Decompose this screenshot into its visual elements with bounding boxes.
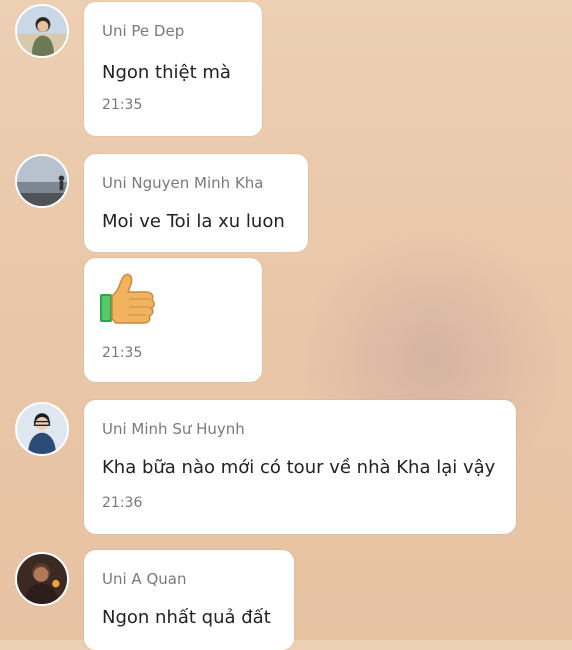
message-text: Ngon thiệt mà xyxy=(102,62,231,83)
message-bubble[interactable]: Uni Nguyen Minh Kha Moi ve Toi la xu luo… xyxy=(84,154,308,252)
message-time: 21:36 xyxy=(102,495,143,511)
message-bubble[interactable]: Uni Minh Sư Huynh Kha bữa nào mới có tou… xyxy=(84,400,516,534)
sender-name: Uni Nguyen Minh Kha xyxy=(102,174,264,192)
avatar-image xyxy=(17,156,67,206)
avatar-minh-su-huynh[interactable] xyxy=(15,402,69,456)
avatar-a-quan[interactable] xyxy=(15,552,69,606)
message-text: Moi ve Toi la xu luon xyxy=(102,211,285,232)
sender-name: Uni Minh Sư Huynh xyxy=(102,420,245,438)
avatar-image xyxy=(17,554,67,604)
avatar-image xyxy=(17,404,67,454)
avatar-pe-dep[interactable] xyxy=(15,4,69,58)
message-bubble[interactable]: Uni A Quan Ngon nhất quả đất xyxy=(84,550,294,650)
message-bubble[interactable]: Uni Pe Dep Ngon thiệt mà 21:35 xyxy=(84,2,262,136)
sender-name: Uni A Quan xyxy=(102,570,187,588)
message-time: 21:35 xyxy=(102,97,143,113)
message-time: 21:35 xyxy=(102,345,143,361)
message-text: Ngon nhất quả đất xyxy=(102,607,271,628)
avatar-nguyen-minh-kha[interactable] xyxy=(15,154,69,208)
message-text: Kha bữa nào mới có tour về nhà Kha lại v… xyxy=(102,457,496,478)
sender-name: Uni Pe Dep xyxy=(102,22,185,40)
sticker-bubble[interactable]: 21:35 xyxy=(84,258,262,382)
avatar-image xyxy=(17,6,67,56)
thumbs-up-icon xyxy=(98,272,160,326)
